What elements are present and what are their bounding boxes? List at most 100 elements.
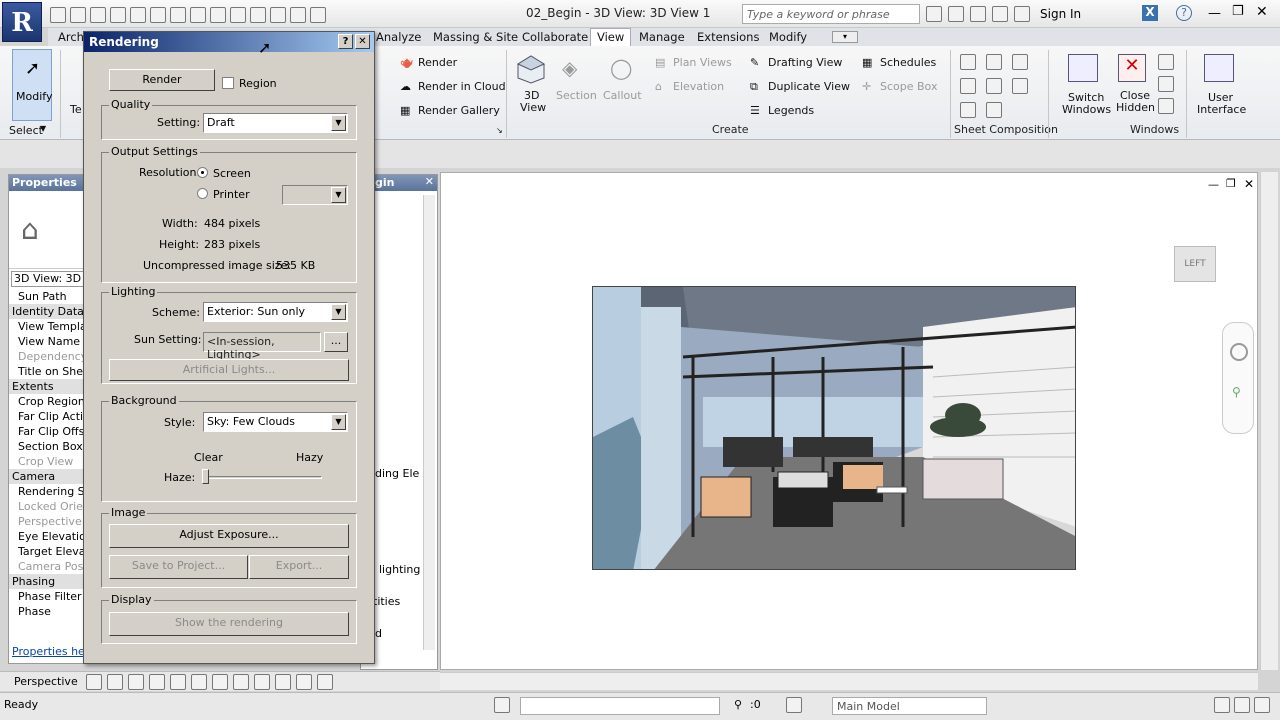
select-links-icon[interactable] — [1214, 697, 1230, 713]
reveal-hidden-icon[interactable] — [296, 674, 312, 690]
open-icon[interactable] — [50, 7, 66, 23]
text-icon[interactable] — [210, 7, 226, 23]
quality-setting-dropdown[interactable]: Draft ▼ — [203, 113, 348, 133]
workset-dropdown[interactable] — [520, 697, 720, 715]
show-crop-icon[interactable] — [233, 674, 249, 690]
haze-slider-thumb[interactable] — [202, 469, 209, 484]
duplicate-view-button[interactable]: Duplicate View — [768, 80, 850, 93]
thin-lines-icon[interactable] — [270, 7, 286, 23]
browser-scrollbar[interactable] — [423, 195, 435, 650]
callout-button[interactable]: Callout — [603, 89, 642, 102]
type-selector-image[interactable]: ⌂ — [9, 191, 87, 269]
property-row[interactable]: Crop Region V — [9, 394, 87, 409]
browser-item[interactable]: ding Ele — [375, 467, 419, 480]
editable-only-icon[interactable] — [786, 697, 802, 716]
property-row[interactable]: Phase — [9, 604, 87, 619]
search-input[interactable]: Type a keyword or phrase — [742, 4, 920, 24]
undo-icon[interactable] — [110, 7, 126, 23]
artificial-lights-button[interactable]: Artificial Lights... — [109, 359, 349, 381]
property-row[interactable]: Dependency — [9, 349, 87, 364]
matchline-icon[interactable] — [1012, 54, 1028, 70]
scale-icon[interactable] — [86, 674, 102, 690]
property-row[interactable]: Phase Filter — [9, 589, 87, 604]
property-row[interactable]: Sun Path — [9, 289, 87, 304]
save-to-project-button[interactable]: Save to Project... — [109, 555, 248, 579]
sign-in-link[interactable]: Sign In — [1040, 7, 1081, 21]
property-row[interactable]: Target Elevat — [9, 544, 87, 559]
drafting-view-button[interactable]: Drafting View — [768, 56, 842, 69]
communication-icon[interactable] — [970, 6, 986, 22]
region-checkbox[interactable] — [222, 77, 234, 89]
select-underlay-icon[interactable] — [1234, 697, 1250, 713]
property-row[interactable]: Crop View — [9, 454, 87, 469]
subscription-icon[interactable] — [948, 6, 964, 22]
render-button[interactable]: Render — [418, 56, 457, 69]
instance-selector[interactable]: 3D View: 3D V — [11, 271, 85, 287]
tab-view[interactable]: View — [590, 28, 632, 47]
screen-radio[interactable] — [197, 167, 208, 178]
tile-icon[interactable] — [1158, 98, 1174, 114]
schedules-button[interactable]: Schedules — [880, 56, 936, 69]
elevation-button[interactable]: Elevation — [673, 80, 724, 93]
detail-level-icon[interactable] — [107, 674, 123, 690]
cascade-icon[interactable] — [1158, 76, 1174, 92]
show-rendering-button[interactable]: Show the rendering — [109, 612, 349, 636]
worksets-icon[interactable] — [494, 697, 510, 716]
tag-icon[interactable] — [190, 7, 206, 23]
view-minimize-icon[interactable]: — — [1208, 178, 1219, 191]
measure-icon[interactable] — [150, 7, 166, 23]
save-icon[interactable] — [70, 7, 86, 23]
title-block-icon[interactable] — [986, 54, 1002, 70]
tab-modify[interactable]: Modify — [769, 30, 807, 44]
tab-extensions[interactable]: Extensions — [697, 30, 759, 44]
modify-button[interactable]: ➚ Modify — [12, 49, 52, 121]
ribbon-minimize-icon[interactable]: ▾ — [832, 31, 858, 43]
render-cloud-button[interactable]: Render in Cloud — [418, 80, 506, 93]
browser-item[interactable]: d — [375, 627, 382, 640]
shadows-icon[interactable] — [170, 674, 186, 690]
tab-massing-site[interactable]: Massing & Site — [433, 30, 518, 44]
exchange-apps-icon[interactable]: X — [1142, 5, 1158, 21]
close-browser-icon[interactable]: ✕ — [425, 175, 434, 188]
revisions-icon[interactable] — [986, 78, 1002, 94]
crop-view-icon[interactable] — [212, 674, 228, 690]
select-dropdown[interactable]: Select — [9, 124, 43, 137]
render-gallery-button[interactable]: Render Gallery — [418, 104, 500, 117]
sun-setting-browse-button[interactable]: ... — [324, 332, 348, 352]
plan-views-button[interactable]: Plan Views — [673, 56, 732, 69]
close-dialog-icon[interactable]: ✕ — [355, 34, 370, 49]
3d-view-icon[interactable] — [230, 7, 246, 23]
viewports-icon[interactable] — [986, 102, 1002, 118]
view-close-icon[interactable]: ✕ — [1244, 177, 1254, 191]
adjust-exposure-button[interactable]: Adjust Exposure... — [109, 524, 349, 548]
scope-box-button[interactable]: Scope Box — [880, 80, 937, 93]
property-row[interactable]: Rendering Se — [9, 484, 87, 499]
user-icon[interactable] — [1014, 6, 1030, 22]
browser-item[interactable]: lighting — [379, 563, 420, 576]
render-button[interactable]: Render — [109, 69, 215, 91]
help-icon[interactable]: ? — [1176, 5, 1192, 21]
property-row[interactable]: Perspective — [9, 514, 87, 529]
tab-manage[interactable]: Manage — [639, 30, 685, 44]
property-row[interactable]: View Name — [9, 334, 87, 349]
printer-radio[interactable] — [197, 188, 208, 199]
temporary-hide-icon[interactable] — [275, 674, 291, 690]
properties-help-link[interactable]: Properties hel — [12, 645, 88, 658]
section-icon[interactable] — [250, 7, 266, 23]
close-windows-icon[interactable] — [290, 7, 306, 23]
design-option-dropdown[interactable]: Main Model — [832, 697, 987, 715]
tab-collaborate[interactable]: Collaborate — [522, 30, 588, 44]
sync-icon[interactable] — [90, 7, 106, 23]
property-row[interactable]: View Templat — [9, 319, 87, 334]
select-pinned-icon[interactable] — [1254, 697, 1270, 713]
close-app-icon[interactable]: ✕ — [1256, 4, 1268, 20]
legends-button[interactable]: Legends — [768, 104, 814, 117]
lock-3d-icon[interactable] — [254, 674, 270, 690]
show-rendering-dialog-icon[interactable] — [191, 674, 207, 690]
panel-launcher-icon[interactable]: ↘ — [496, 126, 503, 135]
view-vertical-scrollbar[interactable] — [1260, 172, 1278, 670]
zoom-icon[interactable]: ⚲ — [1232, 385, 1241, 399]
lighting-scheme-dropdown[interactable]: Exterior: Sun only ▼ — [203, 302, 348, 322]
tab-analyze[interactable]: Analyze — [376, 30, 421, 44]
property-row[interactable]: Camera Positi — [9, 559, 87, 574]
